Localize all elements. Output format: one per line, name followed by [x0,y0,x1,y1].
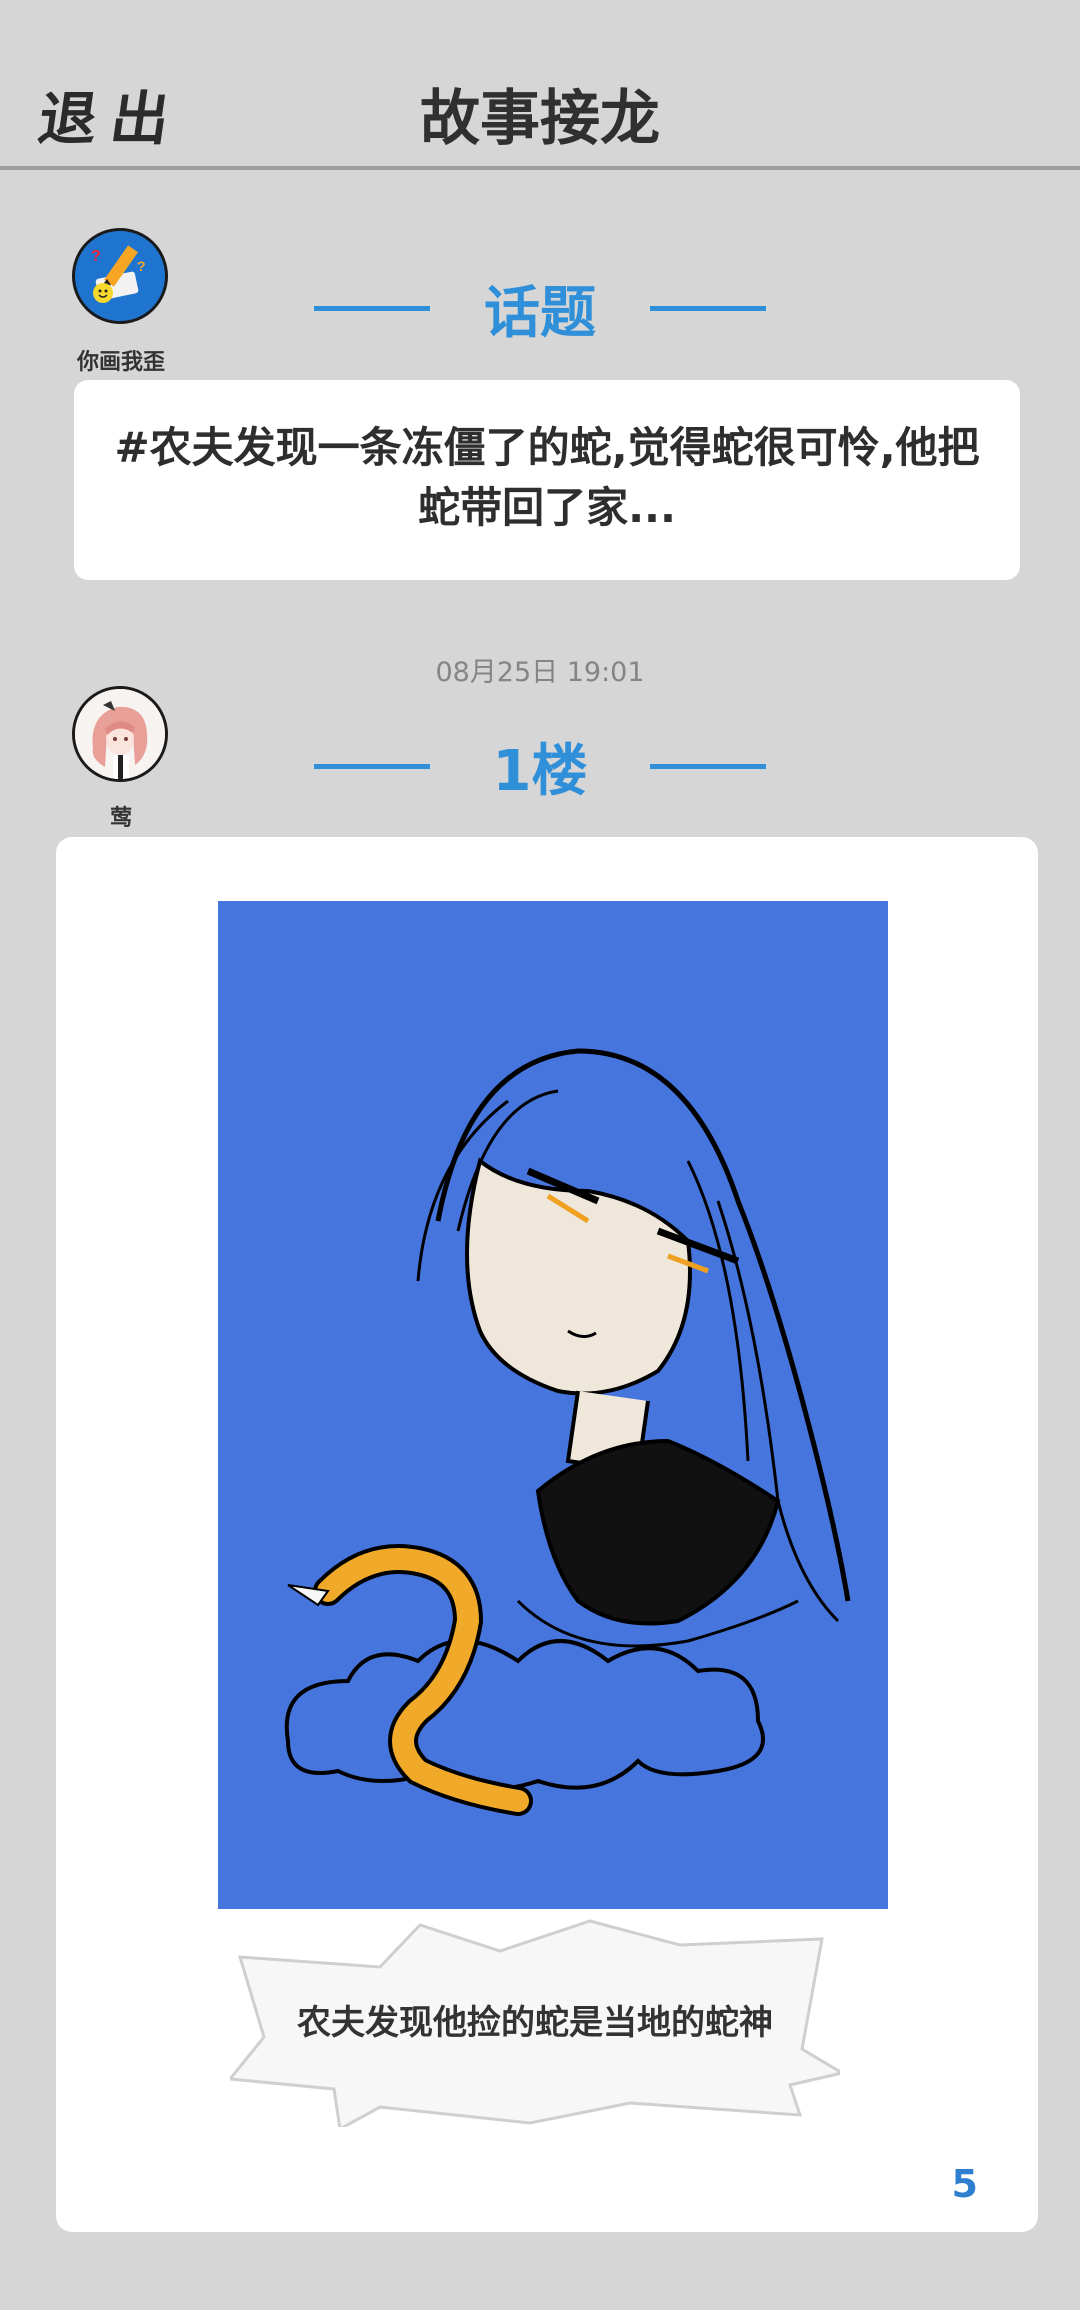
divider-right [650,306,766,311]
like-count[interactable]: 5 [952,2162,978,2206]
topic-section-header: 话题 [0,268,1080,348]
svg-text:?: ? [91,248,101,265]
header-divider [0,166,1080,170]
post-timestamp: 08月25日 19:01 [435,657,645,688]
post-drawing-image[interactable] [218,901,888,1909]
floor-section-label: 1楼 [492,739,588,804]
divider-right [650,764,766,769]
top-bar: 退出 故事接龙 [0,0,1080,170]
page-title: 故事接龙 [420,84,660,154]
caption-speech-bubble: 农夫发现他捡的蛇是当地的蛇神 [227,1917,846,2132]
story-relay-page: 退出 故事接龙 ? ? 你画我歪 话题 #农夫发现一条冻僵了的蛇,觉得蛇很可怜,… [0,0,1080,2310]
drawing-illustration [218,901,888,1909]
topic-card: #农夫发现一条冻僵了的蛇,觉得蛇很可怜,他把蛇带回了家... [74,380,1020,580]
topic-section-label: 话题 [484,281,596,346]
caption-text: 农夫发现他捡的蛇是当地的蛇神 [297,2003,773,2043]
floor-section-header: 1楼 [0,726,1080,806]
post-card: 农夫发现他捡的蛇是当地的蛇神 5 [56,837,1038,2232]
